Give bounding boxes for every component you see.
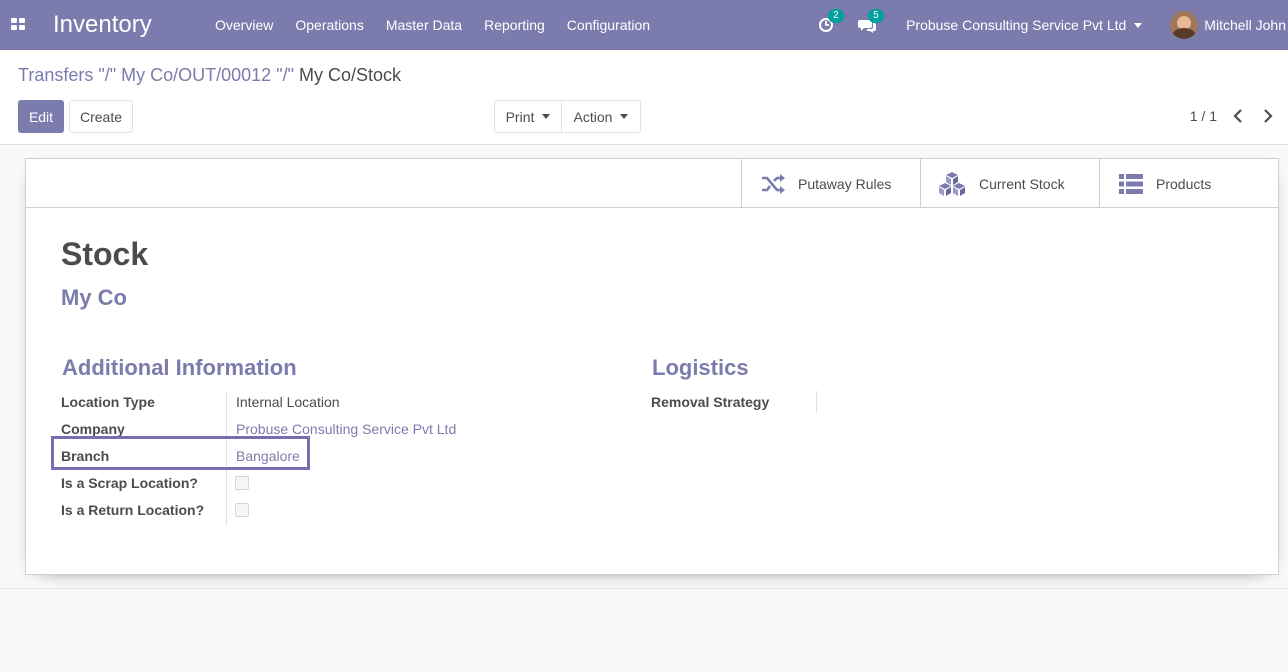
putaway-rules-button[interactable]: Putaway Rules [741,159,921,208]
return-location-label: Is a Return Location? [61,501,205,518]
cubes-icon [939,171,965,196]
logistics-heading: Logistics [652,355,749,380]
list-icon [1119,173,1143,194]
edit-button[interactable]: Edit [18,100,64,133]
messages-badge: 5 [868,9,884,23]
products-label: Products [1156,175,1212,192]
messages-chat-icon[interactable]: 5 [858,9,884,35]
menu-configuration[interactable]: Configuration [556,0,661,50]
breadcrumb-link[interactable]: Transfers "/" My Co/OUT/00012 "/" [18,65,294,85]
company-link[interactable]: Probuse Consulting Service Pvt Ltd [236,421,456,437]
field-separator [816,391,817,413]
record-title: Stock [61,236,149,272]
menu-reporting[interactable]: Reporting [473,0,556,50]
avatar [1170,11,1199,39]
control-panel: Transfers "/" My Co/OUT/00012 "/" My Co/… [0,50,1288,145]
location-type-value[interactable]: Internal Location [236,394,340,410]
products-button[interactable]: Products [1099,159,1278,208]
current-stock-label: Current Stock [979,175,1065,192]
create-button[interactable]: Create [69,100,133,133]
field-scrap-location: Is a Scrap Location? [61,469,198,496]
return-checkbox-row [235,496,249,523]
systray: 2 5 Probuse Consulting Service Pvt Ltd M… [818,0,1288,50]
menu-operations[interactable]: Operations [284,0,374,50]
shuffle-icon [762,173,785,194]
company-name: Probuse Consulting Service Pvt Ltd [906,17,1127,33]
breadcrumb: Transfers "/" My Co/OUT/00012 "/" My Co/… [18,65,401,86]
activity-badge: 2 [828,9,844,23]
divider [0,588,1288,589]
parent-location[interactable]: My Co [61,285,127,311]
chevron-left-icon[interactable] [1232,108,1244,124]
company-switcher[interactable]: Probuse Consulting Service Pvt Ltd [906,17,1143,33]
activity-clock-icon[interactable]: 2 [818,9,844,35]
removal-strategy-label: Removal Strategy [651,393,770,410]
menu-master-data[interactable]: Master Data [375,0,473,50]
scrap-location-label: Is a Scrap Location? [61,474,198,491]
chevron-right-icon[interactable] [1262,108,1274,124]
putaway-rules-label: Putaway Rules [798,175,892,192]
smart-button-box: Putaway Rules Current Stock Products [26,159,1278,208]
company-label: Company [61,420,125,437]
breadcrumb-current: My Co/Stock [298,65,402,85]
chevron-down-icon [1134,22,1143,28]
user-menu[interactable]: Mitchell John [1170,11,1286,39]
chevron-down-icon [620,114,629,119]
action-label: Action [573,108,613,125]
apps-menu-icon[interactable] [11,18,25,30]
form-sheet: Putaway Rules Current Stock Products Sto… [25,158,1279,575]
location-type-label: Location Type [61,393,155,410]
additional-information-heading: Additional Information [62,355,297,380]
print-dropdown[interactable]: Print [494,100,562,133]
print-label: Print [505,108,535,125]
app-name[interactable]: Inventory [53,11,152,39]
chevron-down-icon [542,114,551,119]
return-location-checkbox[interactable] [235,502,249,517]
action-dropdown[interactable]: Action [561,100,641,133]
location-type-value-row: Internal Location [236,388,340,415]
top-navbar: Inventory Overview Operations Master Dat… [0,0,1288,50]
current-stock-button[interactable]: Current Stock [920,159,1100,208]
scrap-checkbox-row [235,469,249,496]
main-menu: Overview Operations Master Data Reportin… [204,0,661,50]
branch-highlight-box [51,436,310,470]
field-location-type: Location Type [61,388,155,415]
scrap-location-checkbox[interactable] [235,475,249,490]
field-return-location: Is a Return Location? [61,496,204,523]
field-removal-strategy: Removal Strategy [651,388,769,415]
pager-value[interactable]: 1 / 1 [1190,108,1217,124]
menu-overview[interactable]: Overview [204,0,284,50]
user-name: Mitchell John [1204,17,1286,33]
